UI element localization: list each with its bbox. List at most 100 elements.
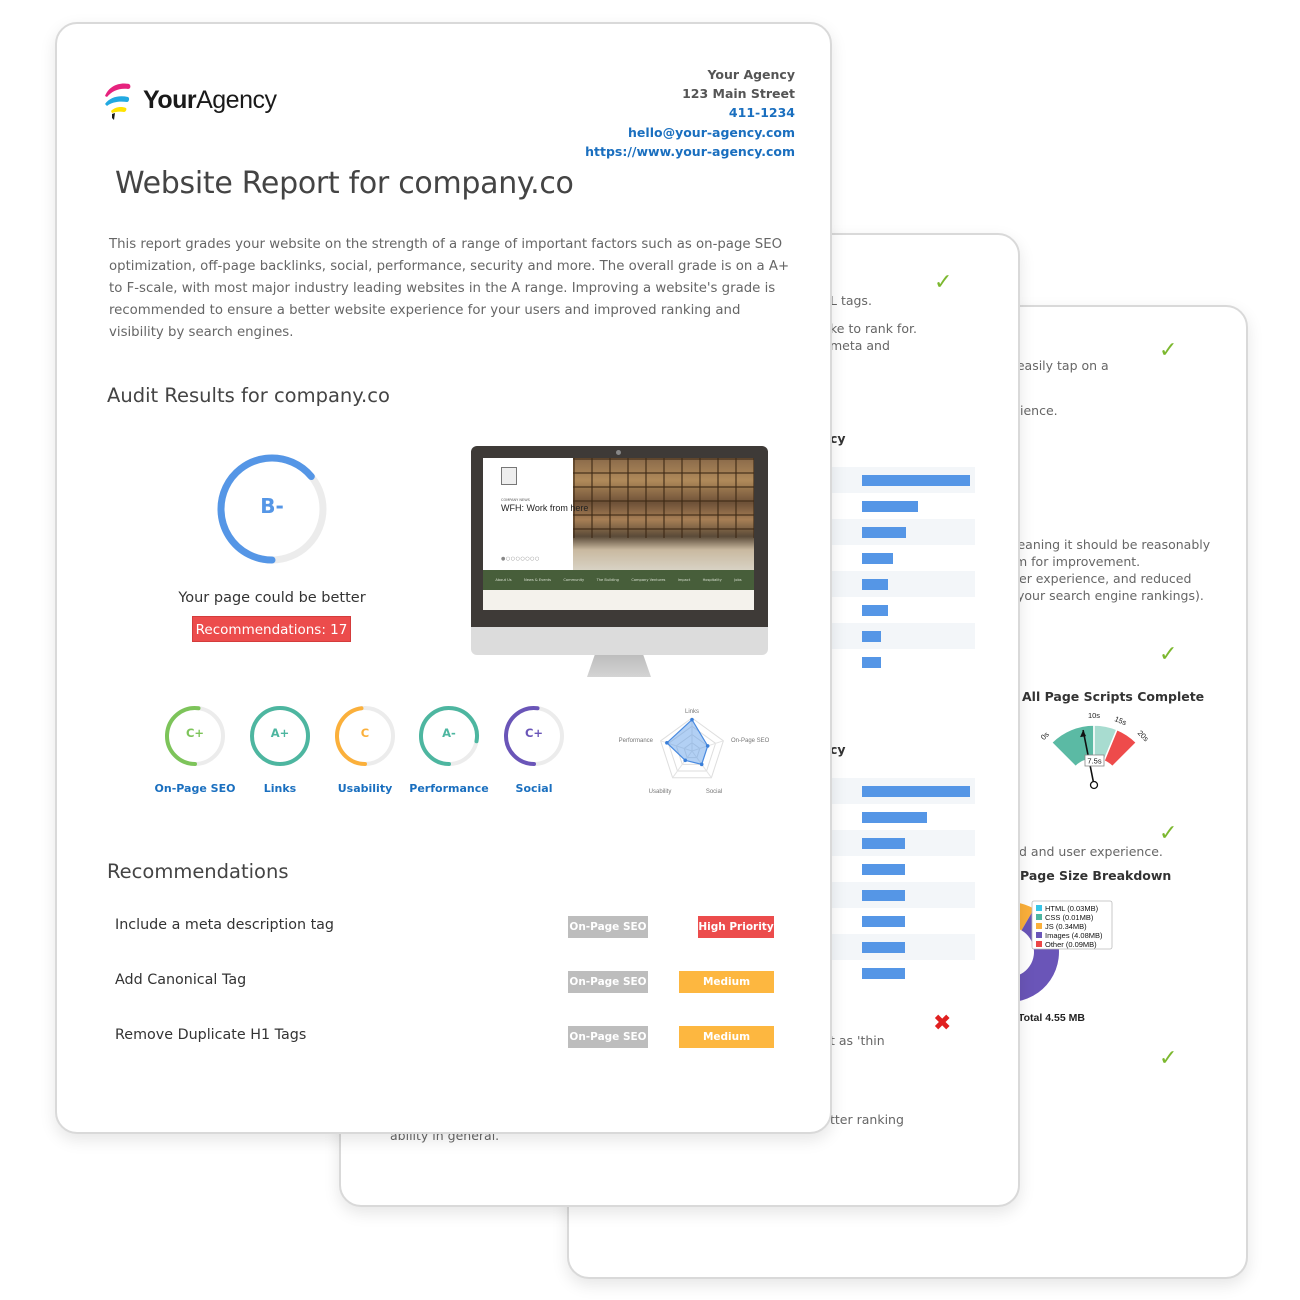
gauge-value-label: 7.5s	[1087, 757, 1101, 766]
radar-axis-label: On-Page SEO	[731, 738, 770, 744]
radar-point	[683, 758, 688, 763]
legend-label: HTML (0.03MB)	[1045, 904, 1099, 913]
preview-footer	[483, 590, 754, 610]
legend-label: Images (4.08MB)	[1045, 931, 1103, 940]
text-fragment: tter ranking	[830, 1112, 904, 1127]
check-icon: ✓	[1159, 821, 1178, 846]
text-fragment: meta and	[830, 338, 890, 353]
gauge-tick-label: 20s	[1136, 728, 1151, 743]
priority-tag: Medium Priority	[679, 971, 774, 1010]
agency-logo-icon	[105, 83, 131, 120]
grade-radar-chart: Links On-Page SEO Social Usability Performan…	[619, 709, 770, 795]
text-fragment: d and user experience.	[1019, 844, 1163, 859]
agency-logo-text: YourAgency	[143, 86, 277, 115]
legend-label: Other (0.09MB)	[1045, 940, 1097, 949]
logo-bold: Your	[143, 86, 197, 114]
agency-phone-link[interactable]: 411-1234	[585, 103, 795, 122]
audit-heading: Audit Results for company.co	[107, 384, 390, 407]
report-title: Website Report for company.co	[115, 166, 574, 201]
gauge-pivot	[1089, 780, 1099, 790]
text-fragment: L tags.	[830, 293, 872, 308]
legend-label: CSS (0.01MB)	[1045, 913, 1094, 922]
text-fragment: your search engine rankings).	[1017, 588, 1204, 603]
gauge-tick-label: 15s	[1113, 714, 1128, 727]
report-intro: This report grades your website on the s…	[109, 237, 790, 340]
gauge-title: All Page Scripts Complete	[1022, 689, 1205, 704]
recommendations-heading: Recommendations	[107, 860, 289, 883]
legend-label: JS (0.34MB)	[1045, 922, 1087, 931]
agency-contact: Your Agency 123 Main Street 411-1234 hel…	[585, 65, 795, 161]
category-grade: C+	[524, 726, 544, 740]
preview-nav-item: News & Events	[524, 578, 551, 582]
text-fragment: er experience, and reduced	[1019, 571, 1192, 586]
bar	[862, 838, 905, 849]
priority-tag: Medium Priority	[679, 1026, 774, 1065]
preview-nav-item: Community	[563, 578, 585, 582]
text-fragment: ience.	[1020, 403, 1058, 418]
legend-swatch	[1036, 932, 1042, 938]
category-grade: A-	[442, 726, 456, 740]
radar-axis-label: Performance	[619, 738, 654, 744]
section-heading: cy	[830, 742, 846, 757]
overall-message: Your page could be better	[178, 590, 366, 606]
bar	[862, 475, 970, 486]
priority-tag: High Priority	[698, 916, 774, 938]
bar	[862, 890, 905, 901]
preview-kicker: COMPANY NEWS	[501, 498, 530, 502]
recommendation-title[interactable]: Remove Duplicate H1 Tags	[115, 1027, 306, 1043]
text-fragment: ɔ easily tap on a	[1006, 358, 1109, 373]
check-icon: ✓	[934, 270, 953, 295]
category-label[interactable]: Social	[484, 782, 584, 795]
preview-nav-item: Hospitality	[702, 578, 722, 582]
bar	[862, 657, 881, 668]
recommendation-title[interactable]: Include a meta description tag	[115, 917, 334, 933]
monitor-stand	[587, 655, 651, 677]
category-grade: C	[360, 726, 370, 740]
radar-axis-label: Social	[706, 789, 722, 795]
agency-email-link[interactable]: hello@your-agency.com	[585, 123, 795, 142]
preview-nav-item: Impact	[677, 578, 691, 582]
page-size-title: Page Size Breakdown	[1020, 868, 1172, 883]
check-icon: ✓	[1159, 338, 1178, 363]
preview-nav-bar: About Us News & Events Community The Buildi…	[483, 570, 754, 590]
bar	[862, 942, 905, 953]
scripts-gauge: 0s 10s 15s 20s 7.5s	[1039, 711, 1151, 790]
agency-name: Your Agency	[707, 67, 795, 82]
bar	[862, 631, 881, 642]
legend-swatch	[1036, 905, 1042, 911]
website-screenshot: COMPANY NEWS WFH: Work from here ●○○○○○○…	[483, 458, 754, 610]
preview-nav-item: The Building	[596, 578, 619, 582]
agency-street: 123 Main Street	[682, 86, 795, 102]
page-size-total: Total 4.55 MB	[1018, 1012, 1085, 1024]
camera-dot	[616, 450, 621, 455]
category-tag: On-Page SEO	[568, 971, 648, 993]
gauge-tick-label: 0s	[1039, 730, 1051, 742]
bar	[862, 553, 893, 564]
legend-swatch	[1036, 914, 1042, 920]
recommendations-count-badge[interactable]: Recommendations: 17	[192, 616, 351, 642]
check-icon: ✓	[1159, 1046, 1178, 1071]
bar	[862, 527, 906, 538]
text-fragment: m for improvement.	[1015, 554, 1141, 569]
bar	[862, 916, 905, 927]
bar	[862, 968, 905, 979]
shelves-pattern	[573, 458, 754, 538]
bar	[862, 579, 888, 590]
radar-point	[690, 717, 694, 722]
agency-website-link[interactable]: https://www.your-agency.com	[585, 142, 795, 161]
section-heading: cy	[830, 431, 846, 446]
bar	[862, 812, 927, 823]
overall-grade: B-	[260, 494, 284, 518]
recommendation-title[interactable]: Add Canonical Tag	[115, 972, 246, 988]
preview-company-logo	[501, 467, 517, 485]
category-tag: On-Page SEO	[568, 1026, 648, 1048]
category-tag: On-Page SEO	[568, 916, 648, 938]
logo-regular: Agency	[196, 86, 277, 114]
check-icon: ✓	[1159, 642, 1178, 667]
preview-headline: WFH: Work from here	[501, 503, 589, 513]
preview-nav-item: Jobs	[734, 578, 742, 582]
radar-point	[665, 741, 669, 745]
website-preview-monitor: COMPANY NEWS WFH: Work from here ●○○○○○○…	[471, 446, 768, 682]
category-grade: A+	[270, 726, 290, 740]
preview-nav-item: About Us	[495, 578, 512, 582]
